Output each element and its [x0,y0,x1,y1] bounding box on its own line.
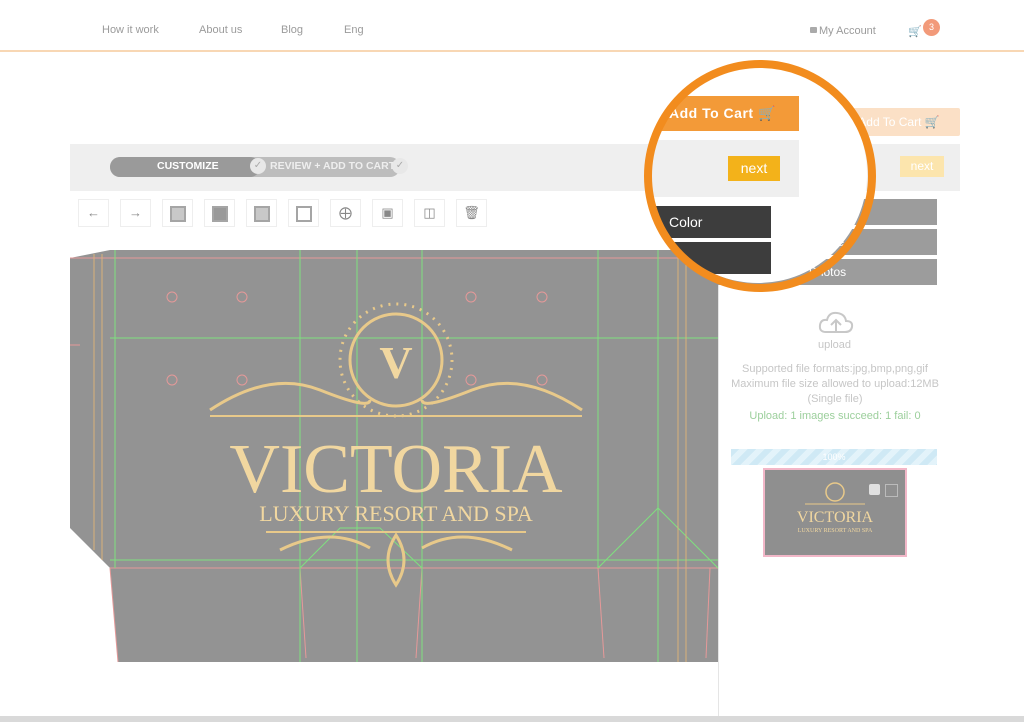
bottom-border [0,716,1024,722]
design-canvas[interactable]: V VICTORIA LUXURY RESORT AND SPA [70,250,718,662]
check-icon: ✓ [250,158,266,174]
uploaded-image-thumbnail[interactable]: VICTORIA LUXURY RESORT AND SPA [763,468,907,557]
cloud-upload-icon[interactable] [818,310,854,336]
nav-about-us[interactable]: About us [199,24,242,36]
thumbnail-logo: VICTORIA LUXURY RESORT AND SPA [797,482,874,534]
max-size-text: Maximum file size allowed to upload:12MB [731,378,939,390]
bring-to-front-icon[interactable] [246,199,277,227]
bring-forward-icon[interactable] [162,199,193,227]
upload-status: Upload: 1 images succeed: 1 fail: 0 [749,410,921,422]
thumbnail-title: VICTORIA [797,509,874,526]
thumbnail-delete-icon[interactable] [885,484,898,497]
nav-language[interactable]: Eng [344,24,364,36]
thumbnail-subtitle: LUXURY RESORT AND SPA [798,528,873,534]
undo-icon[interactable]: ← [78,199,109,227]
thumbnail-add-icon[interactable] [869,484,880,495]
logo-monogram: V [379,337,412,388]
upload-label[interactable]: upload [818,339,851,351]
trash-icon[interactable]: 🗑 [456,199,487,227]
check-icon: ✓ [392,158,408,174]
fit-width-icon[interactable]: ▣ [372,199,403,227]
step-customize[interactable]: CUSTOMIZE [157,160,219,172]
add-to-cart-label: Add To Cart [858,115,922,129]
zoom-highlight-ring [644,60,876,292]
cart-count-badge: 3 [923,19,940,36]
step-progress: CUSTOMIZE ✓ REVIEW + ADD TO CART ✓ [110,157,408,177]
nav-how-it-work[interactable]: How it work [102,24,159,36]
single-file-text: (Single file) [807,393,863,405]
step-review[interactable]: REVIEW + ADD TO CART [270,160,395,172]
cart-icon[interactable]: 🛒 [908,25,922,38]
fit-height-icon[interactable]: ◫ [414,199,445,227]
upload-progress-bar: 100% [731,449,937,465]
top-nav: How it work About us Blog Eng My Account… [0,0,1024,52]
center-icon[interactable]: ⨁ [330,199,361,227]
formats-text: Supported file formats:jpg,bmp,png,gif [742,363,928,375]
my-account-link[interactable]: My Account [810,25,876,37]
send-to-back-icon[interactable] [288,199,319,227]
logo-title: VICTORIA [229,431,563,508]
next-button[interactable]: next [900,156,944,177]
my-account-label: My Account [819,25,876,37]
send-backward-icon[interactable] [204,199,235,227]
redo-icon[interactable]: → [120,199,151,227]
nav-blog[interactable]: Blog [281,24,303,36]
lock-icon [810,27,817,33]
logo-subtitle: LUXURY RESORT AND SPA [259,501,533,526]
